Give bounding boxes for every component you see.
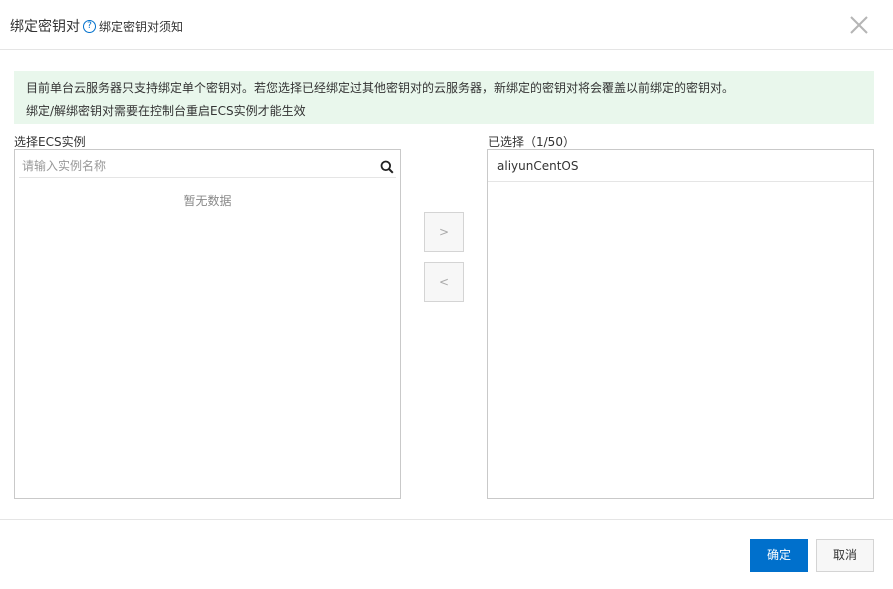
search-icon[interactable] [380, 159, 394, 174]
help-icon[interactable]: ? [83, 20, 96, 33]
empty-state: 暂无数据 [183, 194, 232, 208]
selected-panel: aliyunCentOS [487, 149, 874, 499]
notice-line-1: 目前单台云服务器只支持绑定单个密钥对。若您选择已经绑定过其他密钥对的云服务器，新… [26, 81, 735, 95]
confirm-button[interactable]: 确定 [750, 539, 808, 572]
list-item[interactable]: aliyunCentOS [488, 150, 873, 182]
move-left-button[interactable]: < [424, 262, 464, 302]
dialog-title: 绑定密钥对 [10, 19, 80, 35]
footer-divider [0, 519, 893, 520]
notice-line-2: 绑定/解绑密钥对需要在控制台重启ECS实例才能生效 [26, 104, 306, 118]
move-right-button[interactable]: > [424, 212, 464, 252]
search-input[interactable] [22, 155, 362, 177]
help-link[interactable]: 绑定密钥对须知 [99, 18, 183, 35]
cancel-button[interactable]: 取消 [816, 539, 874, 572]
notice-banner: 目前单台云服务器只支持绑定单个密钥对。若您选择已经绑定过其他密钥对的云服务器，新… [14, 71, 874, 124]
search-box [19, 155, 396, 178]
source-panel-label: 选择ECS实例 [14, 135, 86, 149]
selected-panel-label: 已选择（1/50） [488, 135, 575, 149]
dialog-header: 绑定密钥对 ? 绑定密钥对须知 [0, 0, 893, 50]
close-icon[interactable] [846, 12, 872, 38]
source-panel: 暂无数据 [14, 149, 401, 499]
